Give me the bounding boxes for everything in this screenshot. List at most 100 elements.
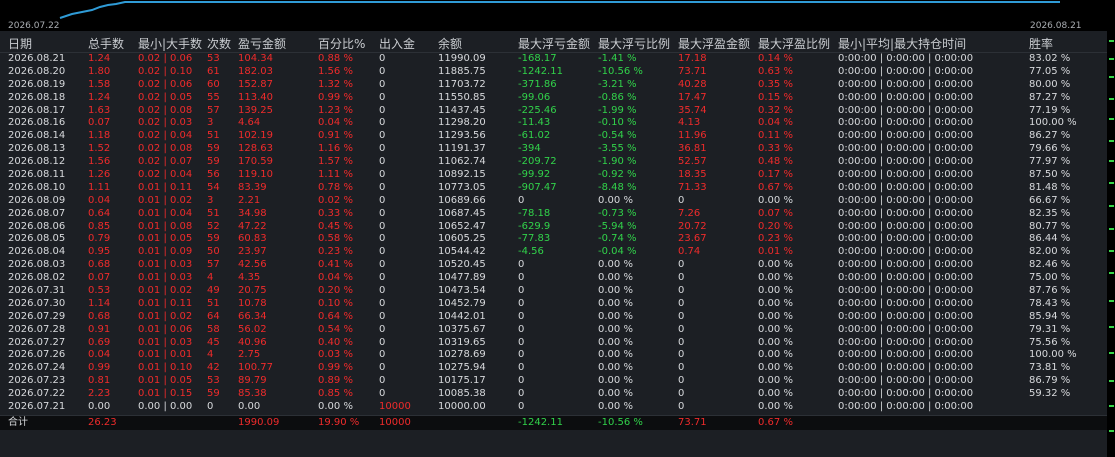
cell-balance: 10278.69 xyxy=(438,349,486,361)
cell-trade-count: 4 xyxy=(207,272,214,284)
cell-holding-time: 0:00:00 | 0:00:00 | 0:00:00 xyxy=(838,53,974,64)
cell-percent: 0.23 % xyxy=(318,246,353,258)
edge-marker xyxy=(1109,228,1114,230)
cell-holding-time: 0:00:00 | 0:00:00 | 0:00:00 xyxy=(838,104,974,116)
cell-profit: 66.34 xyxy=(238,310,267,322)
edge-marker xyxy=(1109,326,1114,328)
cell-holding-time: 0:00:00 | 0:00:00 | 0:00:00 xyxy=(838,65,974,77)
cell-max-floating-loss: 0 xyxy=(518,375,525,387)
cell-max-floating-profit: 0 xyxy=(678,259,685,271)
cell-total-lots: 0.64 xyxy=(88,207,111,219)
equity-line xyxy=(59,1,1060,19)
cell-max-floating-profit: 40.28 xyxy=(678,78,707,90)
cell-min-max-lots: 0.00 | 0.00 xyxy=(138,401,193,413)
cell-max-floating-profit: 0 xyxy=(678,349,685,361)
cell-max-floating-loss-pct: -1.90 % xyxy=(598,156,637,168)
cell-total-lots: 1.63 xyxy=(88,104,111,116)
edge-marker xyxy=(1109,160,1114,162)
cell-total-lots: 1.58 xyxy=(88,78,111,90)
cell-profit: 102.19 xyxy=(238,130,273,142)
header-deposit-withdrawal: 出入金 xyxy=(379,37,416,51)
cell-total-lots: 1.18 xyxy=(88,130,111,142)
edge-marker xyxy=(1109,405,1114,407)
cell-win-rate: 87.50 % xyxy=(1029,169,1071,181)
cell-total-lots: 1.56 xyxy=(88,156,111,168)
cell-profit: 182.03 xyxy=(238,65,273,77)
cell-max-floating-loss: 0 xyxy=(518,323,525,335)
cell-max-floating-profit-pct: 0.32 % xyxy=(758,104,793,116)
cell-max-floating-loss-pct: -1.41 % xyxy=(598,53,637,64)
cell-percent: 1.57 % xyxy=(318,156,353,168)
cell-max-floating-profit: 4.13 xyxy=(678,117,701,129)
cell-max-floating-profit: 0 xyxy=(678,388,685,400)
cell-max-floating-profit: 0 xyxy=(678,310,685,322)
cell-min-max-lots: 0.01 | 0.03 xyxy=(138,259,193,271)
cell-win-rate: 75.00 % xyxy=(1029,272,1071,284)
cell-total-lots: 1.14 xyxy=(88,297,111,309)
cell-holding-time: 0:00:00 | 0:00:00 | 0:00:00 xyxy=(838,194,974,206)
cell-holding-time: 0:00:00 | 0:00:00 | 0:00:00 xyxy=(838,323,974,335)
table-total-row: 合计 26.23 1990.09 19.90 % 10000 -1242.11 -10.56… xyxy=(0,414,1107,430)
cell-percent: 0.00 % xyxy=(318,401,353,413)
header-date: 日期 xyxy=(8,37,33,51)
cell-max-floating-loss-pct: 0.00 % xyxy=(598,336,633,348)
cell-holding-time: 0:00:00 | 0:00:00 | 0:00:00 xyxy=(838,78,974,90)
header-max-floating-loss-pct: 最大浮亏比例 xyxy=(598,37,671,51)
cell-win-rate: 73.81 % xyxy=(1029,362,1071,374)
header-max-floating-loss: 最大浮亏金额 xyxy=(518,37,591,51)
cell-profit: 40.96 xyxy=(238,336,267,348)
cell-balance: 11062.74 xyxy=(438,156,486,168)
cell-date: 2026.08.18 xyxy=(8,91,66,103)
equity-chart-strip: 2026.07.22 2026.08.21 xyxy=(0,0,1115,31)
cell-trade-count: 52 xyxy=(207,220,220,232)
cell-max-floating-profit: 0.74 xyxy=(678,246,701,258)
cell-max-floating-profit: 23.67 xyxy=(678,233,707,245)
cell-percent: 0.40 % xyxy=(318,336,353,348)
cell-total-lots: 1.52 xyxy=(88,143,111,155)
cell-percent: 0.89 % xyxy=(318,375,353,387)
cell-trade-count: 59 xyxy=(207,388,220,400)
cell-percent: 0.88 % xyxy=(318,53,353,64)
edge-marker xyxy=(1109,118,1114,120)
cell-win-rate: 82.46 % xyxy=(1029,259,1071,271)
cell-deposit-withdrawal: 0 xyxy=(379,336,386,348)
cell-max-floating-profit: 17.47 xyxy=(678,91,707,103)
cell-total-lots: 1.11 xyxy=(88,181,111,193)
cell-trade-count: 59 xyxy=(207,156,220,168)
cell-holding-time: 0:00:00 | 0:00:00 | 0:00:00 xyxy=(838,220,974,232)
cell-min-max-lots: 0.01 | 0.04 xyxy=(138,207,193,219)
cell-holding-time: 0:00:00 | 0:00:00 | 0:00:00 xyxy=(838,285,974,297)
cell-percent: 0.58 % xyxy=(318,233,353,245)
cell-profit: 100.77 xyxy=(238,362,273,374)
cell-min-max-lots: 0.02 | 0.03 xyxy=(138,117,193,129)
cell-max-floating-loss: -907.47 xyxy=(518,181,557,193)
cell-max-floating-loss-pct: 0.00 % xyxy=(598,297,633,309)
total-max-floating-loss: -1242.11 xyxy=(518,416,563,428)
cell-percent: 0.91 % xyxy=(318,130,353,142)
cell-deposit-withdrawal: 0 xyxy=(379,220,386,232)
cell-win-rate: 81.48 % xyxy=(1029,181,1071,193)
cell-percent: 0.03 % xyxy=(318,349,353,361)
cell-date: 2026.08.06 xyxy=(8,220,66,232)
cell-min-max-lots: 0.01 | 0.02 xyxy=(138,194,193,206)
cell-trade-count: 57 xyxy=(207,104,220,116)
cell-max-floating-profit-pct: 0.17 % xyxy=(758,169,793,181)
cell-win-rate: 82.35 % xyxy=(1029,207,1071,219)
cell-max-floating-loss-pct: -0.73 % xyxy=(598,207,637,219)
cell-deposit-withdrawal: 0 xyxy=(379,233,386,245)
cell-date: 2026.08.13 xyxy=(8,143,66,155)
cell-deposit-withdrawal: 0 xyxy=(379,272,386,284)
cell-deposit-withdrawal: 0 xyxy=(379,181,386,193)
cell-total-lots: 0.07 xyxy=(88,272,111,284)
table-row: 2026.08.09 0.04 0.01 | 0.02 3 2.21 0.02 % 0 106… xyxy=(0,195,1107,208)
cell-total-lots: 0.91 xyxy=(88,323,111,335)
edge-marker xyxy=(1109,300,1114,302)
table-row: 2026.07.28 0.91 0.01 | 0.06 58 56.02 0.54 % 0 1… xyxy=(0,324,1107,337)
cell-max-floating-loss: 0 xyxy=(518,349,525,361)
cell-deposit-withdrawal: 0 xyxy=(379,323,386,335)
cell-min-max-lots: 0.02 | 0.04 xyxy=(138,130,193,142)
cell-max-floating-loss-pct: -3.55 % xyxy=(598,143,637,155)
cell-min-max-lots: 0.02 | 0.08 xyxy=(138,143,193,155)
table-row: 2026.08.14 1.18 0.02 | 0.04 51 102.19 0.91 % 0… xyxy=(0,130,1107,143)
cell-percent: 0.78 % xyxy=(318,181,353,193)
